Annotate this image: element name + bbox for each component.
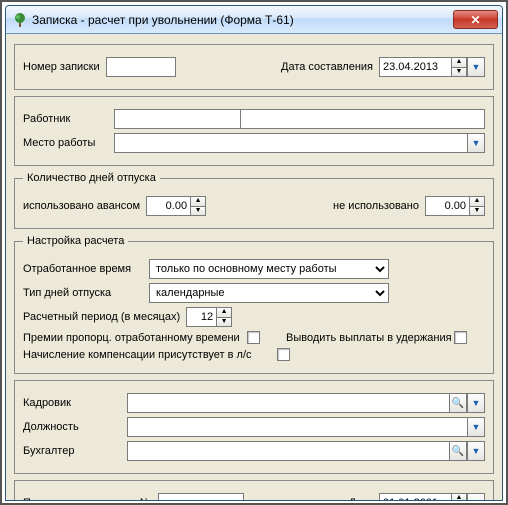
- period-label: Расчетный период (в месяцах): [23, 311, 180, 323]
- date-up-icon[interactable]: ▲: [451, 493, 467, 501]
- panel-employee: Работник 🔍 ▼ Место работы ▼: [14, 96, 494, 166]
- accountant-label: Бухгалтер: [23, 445, 121, 457]
- spinner-up-icon[interactable]: ▲: [216, 307, 232, 317]
- payroll-number-input[interactable]: [158, 493, 244, 501]
- app-icon: [12, 12, 28, 28]
- period-input[interactable]: [186, 307, 216, 327]
- unused-label: не использовано: [333, 200, 419, 212]
- close-button[interactable]: ✕: [453, 10, 498, 29]
- compensation-present-checkbox[interactable]: [277, 348, 290, 361]
- premium-prop-label: Премии пропорц. отработанному времени: [23, 332, 241, 344]
- close-icon: ✕: [470, 13, 480, 27]
- compensation-present-label: Начисление компенсации присутствует в л/…: [23, 349, 271, 361]
- hr-dropdown-icon[interactable]: ▼: [467, 393, 485, 413]
- advance-used-input[interactable]: [146, 196, 190, 216]
- premium-prop-checkbox[interactable]: [247, 331, 260, 344]
- spinner-down-icon[interactable]: ▼: [216, 317, 232, 327]
- date-dropdown-icon[interactable]: ▼: [467, 57, 485, 77]
- calc-legend: Настройка расчета: [23, 235, 128, 247]
- day-type-label: Тип дней отпуска: [23, 287, 143, 299]
- date-up-icon[interactable]: ▲: [451, 57, 467, 67]
- accountant-input[interactable]: [127, 441, 449, 461]
- compose-date-field[interactable]: ▲ ▼ ▼: [379, 57, 485, 77]
- unused-input[interactable]: [425, 196, 469, 216]
- worked-time-label: Отработанное время: [23, 263, 143, 275]
- group-vacation-days: Количество дней отпуска использовано ава…: [14, 172, 494, 229]
- titlebar: Записка - расчет при увольнении (Форма Т…: [6, 6, 502, 34]
- deduction-output-label: Выводить выплаты в удержания: [286, 332, 448, 344]
- unused-field[interactable]: ▲ ▼: [425, 196, 485, 216]
- spinner-up-icon[interactable]: ▲: [469, 196, 485, 206]
- accountant-dropdown-icon[interactable]: ▼: [467, 441, 485, 461]
- spinner-up-icon[interactable]: ▲: [190, 196, 206, 206]
- compose-date-label: Дата составления: [281, 61, 373, 73]
- group-calc-settings: Настройка расчета Отработанное время тол…: [14, 235, 494, 374]
- panel-header: Номер записки Дата составления ▲ ▼ ▼: [14, 44, 494, 90]
- footer-date-label: Дата: [349, 497, 373, 501]
- position-label: Должность: [23, 421, 121, 433]
- panel-footer: Платежная ведомость № Дата ▲ ▼ ▼ Выполни…: [14, 480, 494, 501]
- deduction-output-checkbox[interactable]: [454, 331, 467, 344]
- position-dropdown-icon[interactable]: ▼: [467, 417, 485, 437]
- period-field[interactable]: ▲ ▼: [186, 307, 232, 327]
- advance-used-field[interactable]: ▲ ▼: [146, 196, 206, 216]
- date-dropdown-icon[interactable]: ▼: [467, 493, 485, 501]
- dialog-window: Записка - расчет при увольнении (Форма Т…: [5, 5, 503, 501]
- advance-used-label: использовано авансом: [23, 200, 140, 212]
- workplace-dropdown-icon[interactable]: ▼: [467, 133, 485, 153]
- spinner-down-icon[interactable]: ▼: [190, 206, 206, 216]
- spinner-down-icon[interactable]: ▼: [469, 206, 485, 216]
- compose-date-input[interactable]: [379, 57, 451, 77]
- hr-label: Кадровик: [23, 397, 121, 409]
- payroll-number-label: Платежная ведомость №: [23, 497, 152, 501]
- worker-detail-input[interactable]: [240, 109, 485, 129]
- workplace-input[interactable]: [114, 133, 467, 153]
- footer-date-field[interactable]: ▲ ▼ ▼: [379, 493, 485, 501]
- workplace-label: Место работы: [23, 137, 108, 149]
- footer-date-input[interactable]: [379, 493, 451, 501]
- note-number-input[interactable]: [106, 57, 176, 77]
- worker-label: Работник: [23, 113, 108, 125]
- worked-time-select[interactable]: только по основному месту работы: [149, 259, 389, 279]
- note-number-label: Номер записки: [23, 61, 100, 73]
- window-title: Записка - расчет при увольнении (Форма Т…: [32, 13, 453, 27]
- accountant-search-icon[interactable]: 🔍: [449, 441, 467, 461]
- hr-input[interactable]: [127, 393, 449, 413]
- day-type-select[interactable]: календарные: [149, 283, 389, 303]
- hr-search-icon[interactable]: 🔍: [449, 393, 467, 413]
- vacation-legend: Количество дней отпуска: [23, 172, 160, 184]
- date-down-icon[interactable]: ▼: [451, 67, 467, 77]
- position-input[interactable]: [127, 417, 467, 437]
- panel-signatories: Кадровик 🔍 ▼ Должность ▼ Бухгалтер 🔍: [14, 380, 494, 474]
